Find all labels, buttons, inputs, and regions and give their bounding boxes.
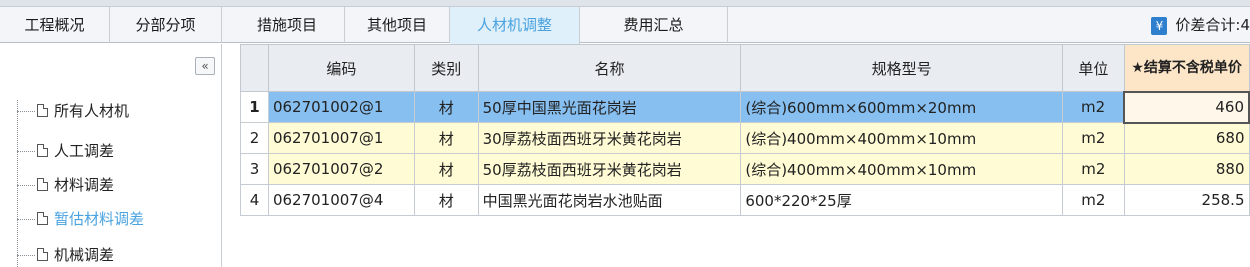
- document-icon: [37, 212, 48, 225]
- table-row[interactable]: 3 062701007@2 材 50厚荔枝面西班牙米黄花岗岩 (综合)400mm…: [240, 153, 1250, 185]
- yen-icon: ¥: [1151, 16, 1168, 35]
- price-diff-total-label: 价差合计:4: [1175, 16, 1250, 34]
- cell-spec[interactable]: (综合)600mm×600mm×20mm: [740, 91, 1063, 123]
- column-header-code[interactable]: 编码: [267, 44, 415, 92]
- grid-header-row: 编码 类别 名称 规格型号 单位 ★结算不含税单价: [240, 44, 1250, 92]
- tab-measures[interactable]: 措施项目: [230, 7, 345, 43]
- cell-type[interactable]: 材: [413, 91, 479, 123]
- column-header-type[interactable]: 类别: [413, 44, 479, 92]
- cell-type[interactable]: 材: [413, 184, 479, 216]
- column-header-spec[interactable]: 规格型号: [740, 44, 1063, 92]
- table-row[interactable]: 4 062701007@4 材 中国黑光面花岗岩水池贴面 600*220*25厚…: [240, 184, 1250, 216]
- tree-item-label: 所有人材机: [54, 102, 130, 120]
- cell-code[interactable]: 062701002@1: [267, 91, 415, 123]
- tab-project-overview[interactable]: 工程概况: [0, 7, 110, 43]
- document-icon: [37, 104, 48, 117]
- tree-item-provisional-material-adjust[interactable]: 暂估材料调差: [17, 208, 144, 230]
- document-icon: [37, 144, 48, 157]
- cell-name[interactable]: 50厚荔枝面西班牙米黄花岗岩: [477, 153, 742, 185]
- column-header-name[interactable]: 名称: [477, 44, 742, 92]
- row-number: 4: [240, 184, 269, 216]
- cell-spec[interactable]: (综合)400mm×400mm×10mm: [740, 122, 1063, 154]
- tree-item-labor-adjust[interactable]: 人工调差: [17, 140, 114, 162]
- document-icon: [37, 178, 48, 191]
- document-icon: [37, 248, 48, 261]
- tab-other-items[interactable]: 其他项目: [345, 7, 450, 43]
- tree-item-label: 材料调差: [54, 176, 115, 194]
- material-grid: 编码 类别 名称 规格型号 单位 ★结算不含税单价 1 062701002@1 …: [240, 44, 1250, 216]
- tab-labor-material-adjust[interactable]: 人材机调整: [450, 7, 580, 44]
- cell-code[interactable]: 062701007@2: [267, 153, 415, 185]
- tree-item-label: 暂估材料调差: [54, 210, 145, 228]
- cell-price[interactable]: 460: [1123, 90, 1250, 124]
- collapse-panel-button[interactable]: «: [195, 57, 215, 75]
- top-border: [0, 0, 1250, 7]
- price-diff-total: ¥ 价差合计:4: [1151, 7, 1250, 43]
- tree-item-label: 机械调差: [54, 246, 115, 264]
- tab-cost-summary[interactable]: 费用汇总: [580, 7, 728, 43]
- cell-name[interactable]: 50厚中国黑光面花岗岩: [477, 91, 742, 123]
- cell-code[interactable]: 062701007@4: [267, 184, 415, 216]
- tab-sub-items[interactable]: 分部分项: [110, 7, 222, 43]
- table-row[interactable]: 1 062701002@1 材 50厚中国黑光面花岗岩 (综合)600mm×60…: [240, 90, 1250, 124]
- table-row[interactable]: 2 062701007@1 材 30厚荔枝面西班牙米黄花岗岩 (综合)400mm…: [240, 122, 1250, 154]
- cell-price[interactable]: 258.5: [1123, 184, 1250, 216]
- cell-name[interactable]: 中国黑光面花岗岩水池贴面: [477, 184, 742, 216]
- row-number: 1: [240, 91, 269, 123]
- cell-spec[interactable]: (综合)400mm×400mm×10mm: [740, 153, 1063, 185]
- category-tree-panel: « 所有人材机 人工调差 材料调差 暂估材料调差 机械调差: [0, 44, 222, 267]
- tree-item-all-materials[interactable]: 所有人材机: [17, 100, 129, 122]
- column-header-settlement-price[interactable]: ★结算不含税单价: [1123, 44, 1250, 92]
- tree-item-machine-adjust[interactable]: 机械调差: [17, 244, 114, 266]
- cell-type[interactable]: 材: [413, 122, 479, 154]
- cell-unit[interactable]: m2: [1061, 91, 1125, 123]
- column-header-unit[interactable]: 单位: [1061, 44, 1125, 92]
- cell-name[interactable]: 30厚荔枝面西班牙米黄花岗岩: [477, 122, 742, 154]
- tab-bar: 工程概况 分部分项 措施项目 其他项目 人材机调整 费用汇总: [0, 7, 1250, 44]
- tree-item-material-adjust[interactable]: 材料调差: [17, 174, 114, 196]
- cell-unit[interactable]: m2: [1061, 184, 1125, 216]
- cell-price[interactable]: 680: [1123, 122, 1250, 154]
- cell-code[interactable]: 062701007@1: [267, 122, 415, 154]
- column-header-rownum: [240, 44, 269, 92]
- cell-unit[interactable]: m2: [1061, 122, 1125, 154]
- cell-unit[interactable]: m2: [1061, 153, 1125, 185]
- tree-item-label: 人工调差: [54, 142, 115, 160]
- cell-spec[interactable]: 600*220*25厚: [740, 184, 1063, 216]
- cell-price[interactable]: 880: [1123, 153, 1250, 185]
- row-number: 2: [240, 122, 269, 154]
- row-number: 3: [240, 153, 269, 185]
- cell-type[interactable]: 材: [413, 153, 479, 185]
